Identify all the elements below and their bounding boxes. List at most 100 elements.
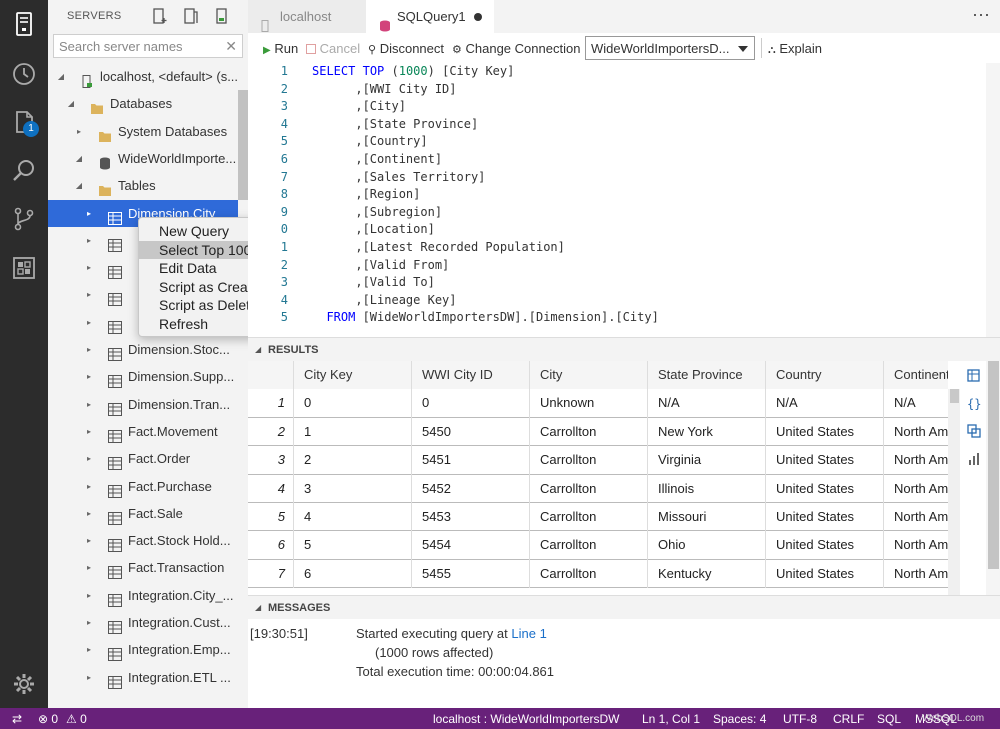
database-select[interactable]: WideWorldImportersD... [585,36,755,60]
cancel-button[interactable]: Cancel [306,41,360,56]
messages-header[interactable]: ◢ MESSAGES [248,595,1000,619]
tree-item[interactable]: ▸ Dimension.Supp... [48,363,238,390]
row-number[interactable]: 6 [248,531,294,560]
grid-cell[interactable]: 3 [294,474,412,503]
chevron-right-icon[interactable]: ▸ [84,363,94,390]
grid-cell[interactable]: Carrollton [530,446,648,475]
tree-item[interactable]: ▸ Fact.Movement [48,418,238,445]
grid-cell[interactable]: Unknown [530,389,648,418]
table-row[interactable]: 1 0 0 Unknown N/A N/A N/A [248,389,948,418]
grid-cell[interactable]: North Am [884,475,948,503]
tree-item[interactable]: ▸ Integration.Cust... [48,609,238,636]
grid-cell[interactable]: North Am [884,531,948,559]
chevron-right-icon[interactable]: ▸ [84,281,94,308]
chevron-down-icon[interactable]: ◢ [56,63,66,90]
grid-cell[interactable]: 6 [294,559,412,589]
save-as-json-icon[interactable]: {} [966,395,982,411]
table-row[interactable]: 7 6 5455 Carrollton Kentucky United States Nor… [248,559,948,589]
grid-cell[interactable]: 1 [294,417,412,447]
indentation[interactable]: Spaces: 4 [713,712,766,726]
grid-cell[interactable]: Virginia [648,446,766,475]
new-connection-icon[interactable] [152,8,168,24]
editor-scrollbar[interactable] [986,63,1000,337]
grid-cell[interactable]: 5450 [412,417,530,447]
remote-icon[interactable]: ⇄ [12,712,22,726]
grid-cell[interactable]: Illinois [648,474,766,503]
results-panel-scroll-thumb[interactable] [988,361,999,569]
chevron-right-icon[interactable]: ▸ [84,664,94,691]
tree-item[interactable]: ◢ localhost, <default> (s... [48,63,238,90]
code-line[interactable]: 4 ,[State Province] [248,116,986,134]
code-line[interactable]: 0 ,[Location] [248,221,986,239]
tree-item[interactable]: ◢ WideWorldImporte... [48,145,238,172]
encoding[interactable]: UTF-8 [783,712,817,726]
results-grid[interactable]: City Key WWI City ID City State Province Cou… [248,361,948,595]
grid-cell[interactable]: Carrollton [530,474,648,503]
tree-item[interactable]: ▸ Integration.City_... [48,582,238,609]
history-icon[interactable] [10,60,38,88]
grid-cell[interactable]: 0 [294,389,412,418]
tree-item[interactable]: ▸ Fact.Order [48,445,238,472]
code-line[interactable]: 9 ,[Subregion] [248,204,986,222]
tree-item[interactable]: ▸ Dimension.Tran... [48,391,238,418]
grid-cell[interactable]: Missouri [648,503,766,532]
row-number[interactable]: 5 [248,503,294,532]
code-line[interactable]: 4 ,[Lineage Key] [248,292,986,310]
tree-item[interactable]: ▸ Fact.Transaction [48,554,238,581]
chevron-right-icon[interactable]: ▸ [84,636,94,663]
grid-cell[interactable]: 5451 [412,446,530,475]
grid-cell[interactable]: 5453 [412,503,530,532]
search-icon[interactable] [10,157,38,185]
line-endings[interactable]: CRLF [833,712,864,726]
grid-cell[interactable]: 2 [294,446,412,475]
grid-cell[interactable]: 5455 [412,559,530,589]
extensions-icon[interactable] [10,254,38,282]
code-line[interactable]: 2 ,[WWI City ID] [248,81,986,99]
table-row[interactable]: 5 4 5453 Carrollton Missouri United States Nor… [248,503,948,532]
new-server-group-icon[interactable] [183,8,199,24]
grid-cell[interactable]: Carrollton [530,559,648,589]
table-row[interactable]: 3 2 5451 Carrollton Virginia United States Nor… [248,446,948,475]
code-line[interactable]: 7 ,[Sales Territory] [248,169,986,187]
grid-scrollbar[interactable] [948,389,960,595]
source-control-icon[interactable] [10,205,38,233]
tree-item[interactable]: ▸ System Databases [48,118,238,145]
grid-cell[interactable]: N/A [766,389,884,418]
grid-cell[interactable]: 4 [294,503,412,532]
code-line[interactable]: 2 ,[Valid From] [248,257,986,275]
chevron-right-icon[interactable]: ▸ [84,500,94,527]
grid-cell[interactable]: Carrollton [530,417,648,447]
errors-indicator[interactable]: ⊗ 0 [38,712,58,726]
grid-cell[interactable]: North Am [884,446,948,474]
row-number[interactable]: 4 [248,474,294,503]
language-mode[interactable]: SQL [877,712,901,726]
tree-item[interactable]: ▸ Fact.Sale [48,500,238,527]
grid-cell[interactable]: N/A [648,389,766,418]
grid-cell[interactable]: North Am [884,560,948,588]
code-line[interactable]: 1 ,[Latest Recorded Population] [248,239,986,257]
column-header[interactable]: City Key [294,361,412,390]
tree-item[interactable]: ◢ Databases [48,90,238,117]
clear-search-icon[interactable]: ✕ [225,38,237,55]
grid-cell[interactable]: North Am [884,503,948,531]
row-number[interactable]: 7 [248,559,294,589]
tree-item[interactable]: ▸ Fact.Purchase [48,473,238,500]
chart-icon[interactable] [966,451,982,467]
grid-cell[interactable]: 0 [412,389,530,418]
code-line[interactable]: 5 FROM [WideWorldImportersDW].[Dimension… [248,309,986,327]
chevron-down-icon[interactable]: ◢ [66,90,76,117]
code-line[interactable]: 8 ,[Region] [248,186,986,204]
run-button[interactable]: ▶ Run [263,41,298,56]
row-number[interactable]: 1 [248,389,294,418]
grid-cell[interactable]: 5454 [412,531,530,560]
grid-cell[interactable]: 5 [294,531,412,560]
connection-status[interactable]: localhost : WideWorldImportersDW [433,712,620,726]
tree-item[interactable]: ▸ Dimension.Stoc... [48,336,238,363]
grid-cell[interactable]: North Am [884,418,948,446]
chevron-right-icon[interactable]: ▸ [74,118,84,145]
grid-cell[interactable]: United States [766,559,884,589]
tab-localhost[interactable]: localhost [248,0,366,33]
grid-cell[interactable]: N/A [884,389,948,417]
grid-cell[interactable]: 5452 [412,474,530,503]
grid-cell[interactable]: Kentucky [648,559,766,589]
